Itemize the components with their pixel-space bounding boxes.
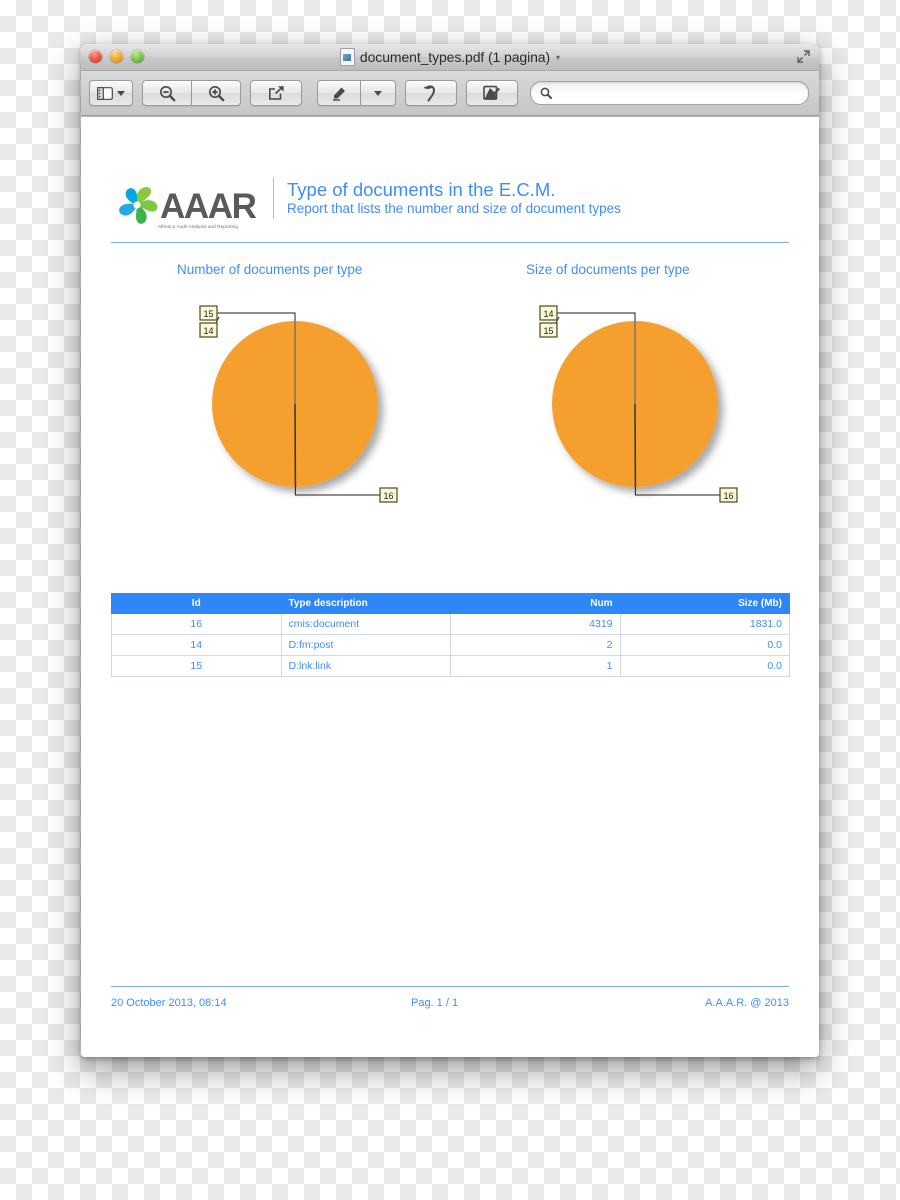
column-header-id[interactable]: Id: [111, 593, 282, 614]
rotate-icon: [423, 84, 435, 101]
share-button[interactable]: [250, 80, 302, 106]
header-divider: [111, 242, 789, 243]
column-header-num[interactable]: Num: [450, 593, 621, 614]
report-header: AAAR Alfresco Audit Analysis and Reporti…: [111, 117, 789, 229]
highlight-options-button[interactable]: [361, 80, 396, 106]
svg-text:14: 14: [203, 326, 213, 336]
report-subtitle: Report that lists the number and size of…: [287, 201, 621, 217]
table-row[interactable]: 15 D:lnk:link 1 0.0: [111, 655, 790, 677]
chart-title-right: Size of documents per type: [526, 262, 690, 277]
table-row[interactable]: 16 cmis:document 4319 1831.0: [111, 613, 790, 635]
pdf-document-icon: [339, 48, 355, 66]
pdf-page-area[interactable]: AAAR Alfresco Audit Analysis and Reporti…: [81, 116, 819, 1057]
pie-chart-number-of-documents: 15 14 16: [195, 299, 445, 539]
share-icon: [268, 85, 284, 100]
pinwheel-logo-icon: [119, 187, 158, 224]
pie-label-15: 15: [199, 305, 218, 321]
report-footer: 20 October 2013, 08:14 Pag. 1 / 1 A.A.A.…: [111, 986, 789, 1009]
zoom-out-icon: [159, 85, 175, 101]
cell-type: cmis:document: [280, 613, 451, 635]
annotate-button[interactable]: [466, 80, 518, 106]
cell-size: 0.0: [619, 655, 790, 677]
pie-label-16: 16: [719, 487, 738, 503]
sidebar-icon: [97, 86, 113, 100]
pdf-viewer-window: document_types.pdf (1 pagina) ▾ AAAR Alf…: [81, 44, 819, 1057]
pdf-page: AAAR Alfresco Audit Analysis and Reporti…: [81, 117, 819, 1057]
cell-num: 1: [450, 655, 621, 677]
logo-wordmark: AAAR: [160, 186, 257, 226]
cell-id: 16: [111, 613, 282, 635]
report-title: Type of documents in the E.C.M.: [287, 179, 556, 200]
search-input[interactable]: [557, 85, 799, 101]
cell-type: D:fm:post: [280, 634, 451, 656]
annotate-icon: [483, 85, 500, 100]
viewer-toolbar: [81, 71, 819, 116]
pie-label-14: 14: [199, 322, 218, 338]
fullscreen-icon[interactable]: [796, 49, 811, 64]
svg-text:15: 15: [203, 309, 213, 319]
sidebar-toggle-button[interactable]: [89, 80, 133, 106]
cell-id: 15: [111, 655, 282, 677]
highlighter-icon: [332, 87, 345, 101]
cell-id: 14: [111, 634, 282, 656]
chevron-down-icon[interactable]: [117, 90, 125, 96]
svg-text:16: 16: [383, 491, 393, 501]
footer-copyright: A.A.A.R. @ 2013: [705, 997, 789, 1009]
window-title: document_types.pdf (1 pagina): [359, 49, 551, 65]
zoom-button-group: [142, 80, 241, 106]
charts-region: 15 14 16 14 15 16: [111, 299, 789, 539]
document-types-table: Id Type description Num Size (Mb) 16 cmi…: [111, 593, 790, 677]
table-header-row: Id Type description Num Size (Mb): [111, 593, 790, 614]
pie-label-15: 15: [539, 322, 558, 338]
svg-text:16: 16: [723, 491, 733, 501]
rotate-button[interactable]: [405, 80, 457, 106]
footer-divider: [111, 986, 789, 987]
search-field[interactable]: [530, 81, 809, 105]
zoom-out-button[interactable]: [142, 80, 192, 106]
table-row[interactable]: 14 D:fm:post 2 0.0: [111, 634, 790, 656]
cell-size: 0.0: [619, 634, 790, 656]
aaar-logo: AAAR Alfresco Audit Analysis and Reporti…: [111, 177, 269, 229]
svg-text:14: 14: [543, 309, 553, 319]
zoom-in-icon: [208, 85, 224, 101]
chevron-down-icon[interactable]: [374, 90, 382, 96]
search-icon: [540, 87, 552, 99]
window-title-group: document_types.pdf (1 pagina) ▾: [81, 44, 819, 70]
column-header-size[interactable]: Size (Mb): [619, 593, 790, 614]
chart-title-left: Number of documents per type: [177, 262, 363, 277]
title-dropdown-caret[interactable]: ▾: [556, 53, 560, 62]
footer-page: Pag. 1 / 1: [411, 997, 459, 1009]
cell-num: 2: [450, 634, 621, 656]
cell-size: 1831.0: [619, 613, 790, 635]
zoom-in-button[interactable]: [192, 80, 241, 106]
pie-chart-size-of-documents: 14 15 16: [535, 299, 785, 539]
highlighter-button[interactable]: [317, 80, 361, 106]
highlight-button-group: [317, 80, 396, 106]
chart-titles-row: Number of documents per type Size of doc…: [111, 262, 789, 277]
column-header-type[interactable]: Type description: [280, 593, 451, 614]
report-title-block: Type of documents in the E.C.M. Report t…: [273, 177, 621, 219]
pie-label-16: 16: [379, 487, 398, 503]
cell-num: 4319: [450, 613, 621, 635]
footer-date: 20 October 2013, 08:14: [111, 997, 227, 1009]
svg-text:15: 15: [543, 326, 553, 336]
window-titlebar[interactable]: document_types.pdf (1 pagina) ▾: [81, 44, 819, 71]
cell-type: D:lnk:link: [280, 655, 451, 677]
pie-label-14: 14: [539, 305, 558, 321]
